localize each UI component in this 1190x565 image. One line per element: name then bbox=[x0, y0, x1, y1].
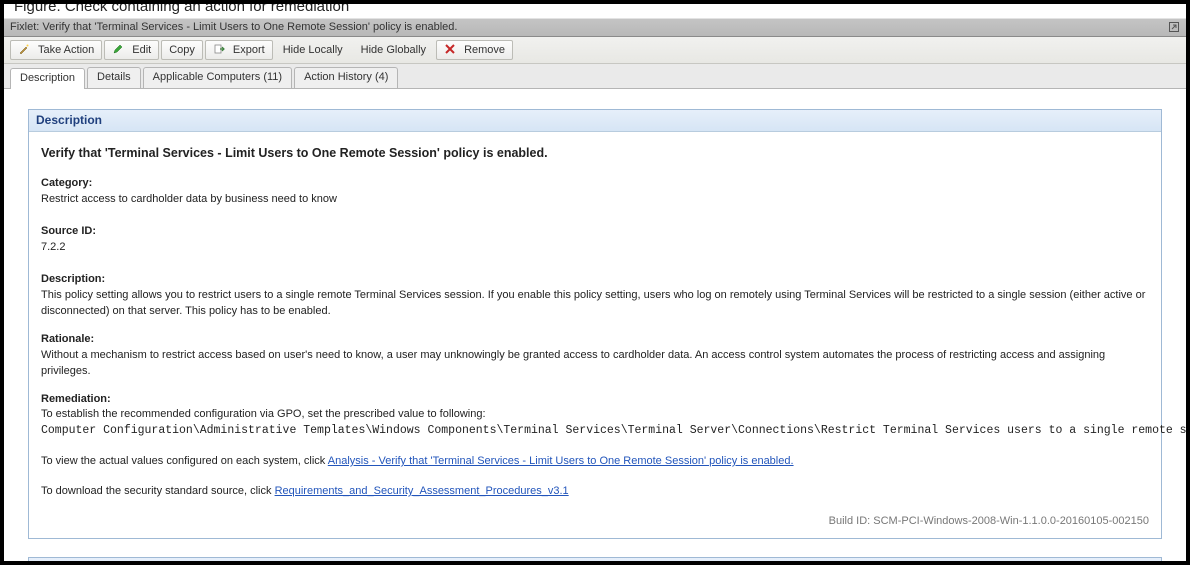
remove-label: Remove bbox=[464, 44, 505, 56]
toolbar: Take Action Edit Copy Export Hide Locall… bbox=[4, 37, 1186, 64]
download-pre-text: To download the security standard source… bbox=[41, 485, 275, 497]
rationale-label: Rationale: bbox=[41, 332, 1149, 348]
build-id: Build ID: SCM-PCI-Windows-2008-Win-1.1.0… bbox=[41, 514, 1149, 530]
remediation-label: Remediation: bbox=[41, 392, 1149, 408]
wand-icon bbox=[18, 43, 34, 58]
export-label: Export bbox=[233, 44, 265, 56]
source-id-value: 7.2.2 bbox=[41, 240, 1149, 256]
category-label: Category: bbox=[41, 176, 1149, 192]
description-value: This policy setting allows you to restri… bbox=[41, 288, 1149, 320]
description-panel: Description Verify that 'Terminal Servic… bbox=[28, 109, 1162, 539]
copy-button[interactable]: Copy bbox=[161, 40, 203, 60]
download-link[interactable]: Requirements_and_Security_Assessment_Pro… bbox=[275, 485, 569, 497]
fixlet-title-bar: Fixlet: Verify that 'Terminal Services -… bbox=[4, 18, 1186, 37]
hide-globally-label: Hide Globally bbox=[361, 44, 426, 56]
description-panel-body: Verify that 'Terminal Services - Limit U… bbox=[29, 132, 1161, 538]
export-icon bbox=[213, 43, 229, 58]
edit-button[interactable]: Edit bbox=[104, 40, 159, 60]
analysis-pre-text: To view the actual values configured on … bbox=[41, 455, 328, 467]
tab-action-history[interactable]: Action History (4) bbox=[294, 67, 398, 88]
fixlet-title-text: Fixlet: Verify that 'Terminal Services -… bbox=[10, 21, 457, 33]
popout-icon[interactable] bbox=[1168, 21, 1180, 36]
hide-globally-button[interactable]: Hide Globally bbox=[353, 40, 434, 60]
analysis-line: To view the actual values configured on … bbox=[41, 454, 1149, 470]
remediation-path: Computer Configuration\Administrative Te… bbox=[41, 423, 1149, 440]
hide-locally-button[interactable]: Hide Locally bbox=[275, 40, 351, 60]
figure-caption: Figure. Check containing an action for r… bbox=[4, 0, 1186, 18]
remove-icon bbox=[444, 43, 460, 58]
analysis-link[interactable]: Analysis - Verify that 'Terminal Service… bbox=[328, 455, 794, 467]
category-value: Restrict access to cardholder data by bu… bbox=[41, 192, 1149, 208]
remediation-line1: To establish the recommended configurati… bbox=[41, 407, 1149, 423]
pencil-icon bbox=[112, 43, 128, 58]
source-id-label: Source ID: bbox=[41, 224, 1149, 240]
actions-panel-heading: Actions bbox=[29, 558, 1161, 565]
remove-button[interactable]: Remove bbox=[436, 40, 513, 60]
description-panel-heading: Description bbox=[29, 110, 1161, 132]
take-action-button[interactable]: Take Action bbox=[10, 40, 102, 60]
hide-locally-label: Hide Locally bbox=[283, 44, 343, 56]
tab-description[interactable]: Description bbox=[10, 68, 85, 89]
description-label: Description: bbox=[41, 272, 1149, 288]
content-area: Description Verify that 'Terminal Servic… bbox=[4, 89, 1186, 565]
edit-label: Edit bbox=[132, 44, 151, 56]
rationale-value: Without a mechanism to restrict access b… bbox=[41, 348, 1149, 380]
copy-label: Copy bbox=[169, 44, 195, 56]
fixlet-heading: Verify that 'Terminal Services - Limit U… bbox=[41, 144, 1149, 162]
tab-details[interactable]: Details bbox=[87, 67, 141, 88]
take-action-label: Take Action bbox=[38, 44, 94, 56]
download-line: To download the security standard source… bbox=[41, 484, 1149, 500]
tab-bar: Description Details Applicable Computers… bbox=[4, 64, 1186, 89]
tab-applicable-computers[interactable]: Applicable Computers (11) bbox=[143, 67, 292, 88]
export-button[interactable]: Export bbox=[205, 40, 273, 60]
actions-panel: Actions Click here to execute remediatio… bbox=[28, 557, 1162, 565]
